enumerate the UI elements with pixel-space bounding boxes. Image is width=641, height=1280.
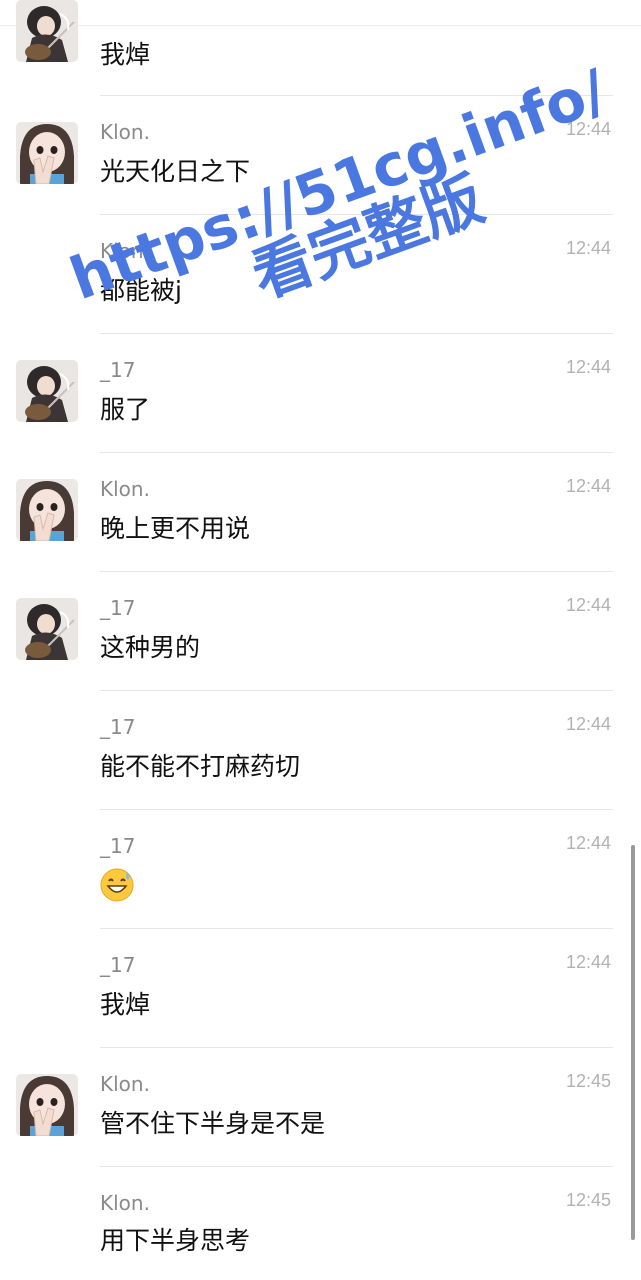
scrollbar[interactable]: [631, 845, 635, 1240]
sender-name: _17: [100, 834, 136, 858]
sender-name: Klon.: [100, 477, 150, 501]
top-divider: [0, 25, 641, 26]
guitar-girl-avatar[interactable]: [16, 598, 78, 660]
message-time: 12:44: [565, 595, 611, 615]
sender-name: _17: [100, 953, 136, 977]
sender-name: _17: [100, 358, 136, 382]
message-time: 12:45: [565, 1190, 611, 1210]
peace-sign-girl-avatar[interactable]: [16, 1074, 78, 1136]
chat-message[interactable]: Klon. 12:44 光天化日之下: [0, 96, 641, 215]
grinning-sweat-emoji[interactable]: [100, 868, 134, 902]
chat-message[interactable]: Klon. 12:45 管不住下半身是不是: [0, 1048, 641, 1167]
chat-history-list[interactable]: 我焯 Klon. 12:44 光天化日之下 Klon. 12:44 都能被j _…: [0, 0, 641, 1280]
chat-message[interactable]: _17 12:44 服了: [0, 334, 641, 453]
message-text[interactable]: 都能被j: [100, 275, 182, 307]
guitar-girl-avatar[interactable]: [16, 360, 78, 422]
message-text[interactable]: 这种男的: [100, 632, 200, 664]
message-text[interactable]: 晚上更不用说: [100, 513, 250, 545]
message-time: 12:44: [565, 476, 611, 496]
chat-message[interactable]: _17 12:44 能不能不打麻药切: [0, 691, 641, 810]
message-time: 12:44: [565, 714, 611, 734]
peace-sign-girl-avatar[interactable]: [16, 122, 78, 184]
chat-message[interactable]: _17 12:44: [0, 810, 641, 929]
peace-sign-girl-avatar[interactable]: [16, 479, 78, 541]
chat-message[interactable]: 我焯: [0, 0, 641, 69]
message-time: 12:44: [565, 357, 611, 377]
sender-name: Klon.: [100, 120, 150, 144]
sender-name: Klon.: [100, 1191, 150, 1215]
chat-message[interactable]: _17 12:44 我焯: [0, 929, 641, 1048]
guitar-girl-avatar[interactable]: [16, 0, 78, 62]
message-time: 12:44: [565, 119, 611, 139]
message-time: 12:44: [565, 952, 611, 972]
chat-message[interactable]: Klon. 12:44 晚上更不用说: [0, 453, 641, 572]
message-time: 12:44: [565, 238, 611, 258]
sender-name: Klon.: [100, 1072, 150, 1096]
sender-name: Klon.: [100, 239, 150, 263]
sender-name: _17: [100, 715, 136, 739]
sender-name: _17: [100, 596, 136, 620]
message-text[interactable]: 用下半身思考: [100, 1225, 250, 1257]
message-text[interactable]: 能不能不打麻药切: [100, 751, 300, 783]
chat-message[interactable]: Klon. 12:45 用下半身思考: [0, 1167, 641, 1280]
message-text[interactable]: 管不住下半身是不是: [100, 1108, 325, 1140]
chat-message[interactable]: _17 12:44 这种男的: [0, 572, 641, 691]
message-text[interactable]: 我焯: [100, 39, 150, 71]
message-text[interactable]: 光天化日之下: [100, 156, 250, 188]
message-text[interactable]: 服了: [100, 394, 150, 426]
message-text[interactable]: 我焯: [100, 989, 150, 1021]
message-time: 12:45: [565, 1071, 611, 1091]
message-time: 12:44: [565, 833, 611, 853]
chat-message[interactable]: Klon. 12:44 都能被j: [0, 215, 641, 334]
